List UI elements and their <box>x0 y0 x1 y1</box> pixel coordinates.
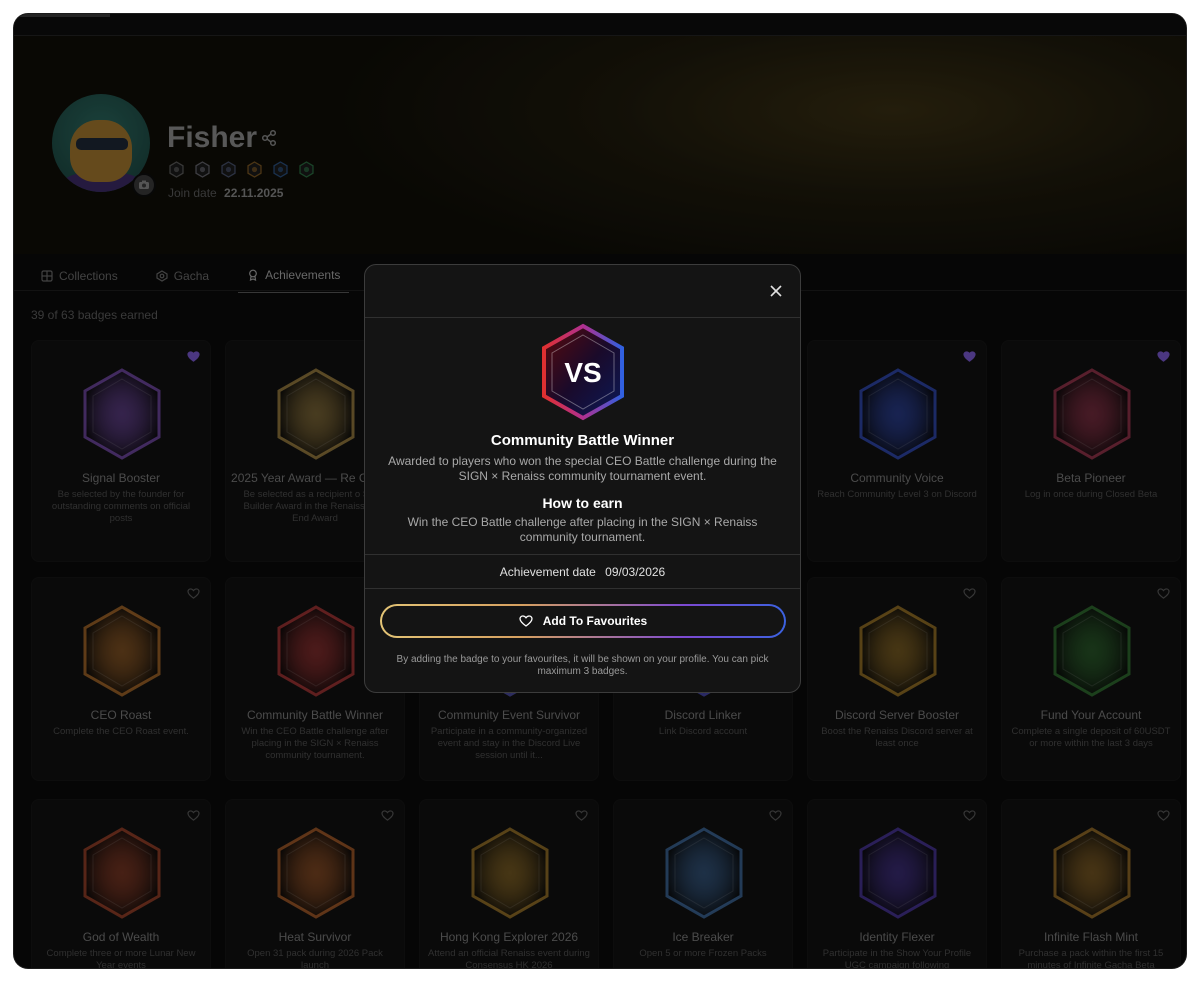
modal-divider <box>365 317 800 318</box>
add-to-favourites-button[interactable]: Add To Favourites <box>380 604 786 638</box>
how-to-earn-text: Win the CEO Battle challenge after placi… <box>407 515 758 544</box>
how-to-earn-heading: How to earn <box>542 495 623 511</box>
achievement-date: Achievement date 09/03/2026 <box>365 565 800 579</box>
modal-divider <box>365 554 800 555</box>
modal-divider <box>365 588 800 589</box>
achievement-date-value: 09/03/2026 <box>605 565 666 579</box>
heart-icon <box>519 615 533 627</box>
badge-detail-modal: VS Community Battle Winner Awarded to pl… <box>364 264 801 693</box>
modal-description: Awarded to players who won the special C… <box>388 454 777 483</box>
vs-badge-icon: VS <box>542 323 624 421</box>
vs-text: VS <box>564 357 601 388</box>
add-to-favourites-label: Add To Favourites <box>542 614 648 628</box>
modal-title: Community Battle Winner <box>490 432 675 449</box>
close-icon[interactable] <box>768 283 784 299</box>
app-window: Fisher Join date 22.11.2025 Collections … <box>14 14 1186 968</box>
favourites-note: By adding the badge to your favourites, … <box>396 654 769 677</box>
achievement-date-label: Achievement date <box>499 565 596 579</box>
